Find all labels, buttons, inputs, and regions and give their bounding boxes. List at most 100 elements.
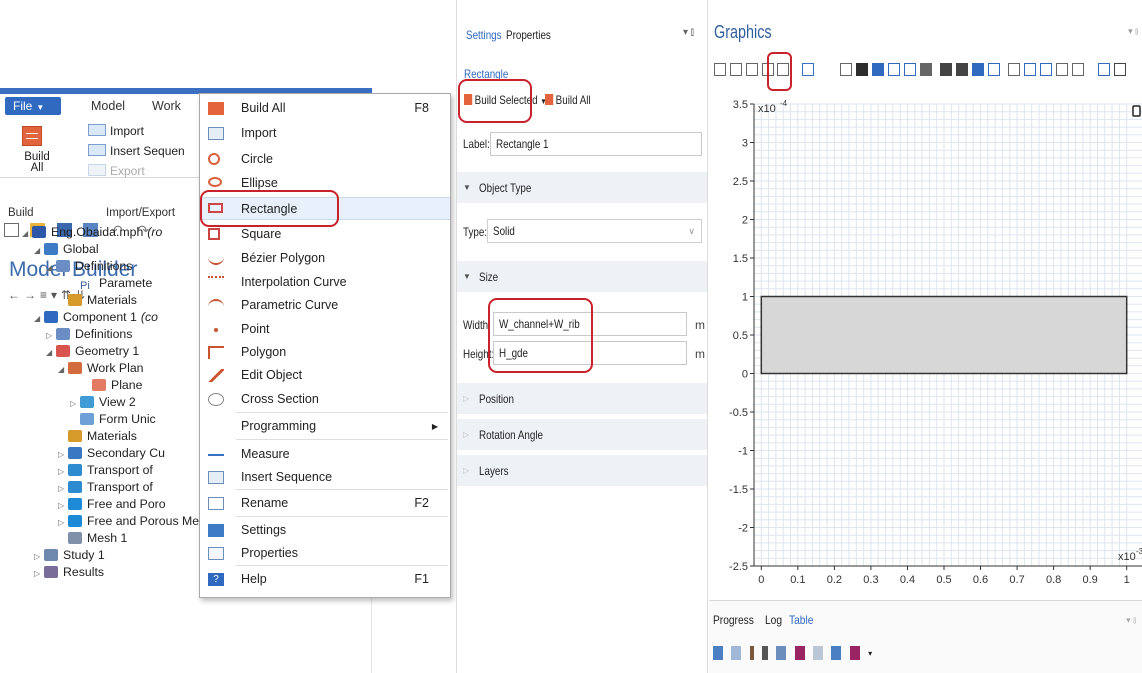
brush-icon[interactable] [749, 645, 754, 660]
expand-arrow-icon[interactable]: ▷ [58, 446, 68, 463]
build-all-ribbon-button[interactable]: Build All [17, 151, 57, 174]
export-ribbon-button[interactable]: Export [88, 164, 145, 178]
chart-icon[interactable] [776, 645, 787, 660]
print-icon[interactable] [1114, 63, 1126, 76]
build-selected-button[interactable]: Build Selected ▼ [464, 93, 547, 107]
tree-node[interactable]: ▷ Secondary Cu [58, 445, 165, 462]
tree-node[interactable]: ◢ Geometry 1 [46, 343, 139, 360]
build-all-button[interactable]: Build All [545, 93, 591, 107]
width-field[interactable]: W_channel+W_rib [493, 312, 687, 336]
zoom-extents-icon[interactable] [777, 63, 789, 76]
export-table-icon[interactable] [831, 645, 842, 660]
menu-item-point[interactable]: Point [200, 318, 450, 341]
tree-node[interactable]: Materials [58, 292, 137, 309]
tree-node[interactable]: ◢ Definitions [46, 258, 132, 275]
expand-arrow-icon[interactable]: ▷ [34, 565, 44, 582]
reset-hiding-icon[interactable] [1056, 63, 1068, 76]
wireframe-icon[interactable] [888, 63, 900, 76]
tree-node[interactable]: ▷ Transport of [58, 479, 153, 496]
section-object-type[interactable]: ▼ Object Type [457, 171, 707, 203]
select-edges-icon[interactable] [956, 63, 968, 76]
hide-icon[interactable] [1024, 63, 1036, 76]
tree-node[interactable]: ▷ View 2 [70, 394, 136, 411]
copy-icon[interactable] [813, 645, 824, 660]
graphics-canvas[interactable]: 3.5 3 2.5 2 1.5 1 0.5 0 -0.5 -1 -1.5 -2 -2.5 0 0.1 0.2 0… [709, 90, 1142, 600]
collapse-arrow-icon[interactable]: ◢ [34, 242, 44, 259]
expand-arrow-icon[interactable]: ▷ [58, 514, 68, 531]
build-geometry-icon[interactable] [988, 63, 1000, 76]
tree-node[interactable]: ▷ Results [34, 564, 104, 581]
view-axis-icon[interactable] [802, 63, 814, 76]
collapse-arrow-icon[interactable]: ◢ [46, 344, 56, 361]
zoom-box-icon[interactable] [746, 63, 758, 76]
menu-item-cross-section[interactable]: Cross Section [200, 388, 450, 411]
tree-node[interactable]: ◢ Component 1 (co [34, 309, 158, 326]
menu-item-b-zier-polygon[interactable]: Bézier Polygon [200, 247, 450, 270]
tree-node[interactable]: ▷ Free and Poro [58, 496, 166, 513]
bar-chart-icon[interactable] [794, 645, 805, 660]
tab-settings[interactable]: Settings [466, 28, 502, 42]
panel-pin-icon[interactable]: ▾ ⫾ [683, 27, 694, 38]
section-position[interactable]: ▷ Position [457, 382, 707, 414]
geometry-rectangle[interactable] [760, 295, 1128, 375]
menu-item-help[interactable]: ? Help F1 [200, 568, 450, 591]
image-snapshot-icon[interactable] [1098, 63, 1110, 76]
expand-arrow-icon[interactable]: ▷ [58, 480, 68, 497]
forward-arrow-icon[interactable]: → [24, 288, 40, 302]
label-field[interactable]: Rectangle 1 [490, 132, 702, 156]
tree-node[interactable]: Form Unic [70, 411, 156, 428]
table-icon[interactable] [713, 645, 723, 660]
menu-item-circle[interactable]: Circle [200, 148, 450, 171]
menu-item-settings[interactable]: Settings [200, 519, 450, 542]
select-domains-icon[interactable] [940, 63, 952, 76]
build-all-icon[interactable] [22, 126, 42, 146]
undo-icon[interactable] [1072, 63, 1084, 76]
tree-node[interactable]: ◢ Work Plan [58, 360, 144, 377]
tree-node[interactable]: ◢ Eng.Obaida.mph (ro [22, 224, 162, 241]
height-field[interactable]: H_gde [493, 341, 687, 365]
insert-sequence-ribbon-button[interactable]: Insert Sequen [88, 144, 185, 158]
expand-arrow-icon[interactable]: ▷ [46, 327, 56, 344]
expand-arrow-icon[interactable]: ▷ [58, 463, 68, 480]
tree-node[interactable]: Plane [82, 377, 142, 394]
menu-item-measure[interactable]: Measure [200, 443, 450, 466]
menu-item-import[interactable]: Import [200, 122, 450, 145]
tab-properties[interactable]: Properties [506, 28, 551, 42]
menu-item-rename[interactable]: Rename F2 [200, 492, 450, 515]
menu-item-insert-sequence[interactable]: Insert Sequence [200, 466, 450, 489]
zoom-out-icon[interactable] [730, 63, 742, 76]
zoom-selected-icon[interactable] [762, 63, 774, 76]
render-solid-icon[interactable] [872, 63, 884, 76]
section-rotation-angle[interactable]: ▷ Rotation Angle [457, 418, 707, 450]
menu-item-rectangle[interactable]: Rectangle [200, 197, 450, 220]
tree-node[interactable]: Mesh 1 [58, 530, 127, 547]
menu-item-programming[interactable]: Programming ▶ [200, 415, 450, 438]
collapse-arrow-icon[interactable]: ◢ [46, 259, 56, 276]
menu-item-interpolation-curve[interactable]: Interpolation Curve [200, 271, 450, 294]
full-precision-icon[interactable] [849, 645, 860, 660]
collapse-arrow-icon[interactable]: ◢ [22, 225, 32, 242]
expand-arrow-icon[interactable]: ▷ [34, 548, 44, 565]
menu-item-ellipse[interactable]: Ellipse [200, 172, 450, 195]
tree-node[interactable]: ◢ Global [34, 241, 99, 258]
section-size[interactable]: ▼ Size [457, 260, 707, 292]
collapse-arrow-icon[interactable]: ◢ [34, 310, 44, 327]
file-menu-button[interactable]: File ▼ [5, 97, 61, 115]
import-ribbon-button[interactable]: Import [88, 124, 144, 138]
menu-item-polygon[interactable]: Polygon [200, 341, 450, 364]
panel-pin-icon[interactable]: ▾ ⫾ [1126, 615, 1136, 626]
tree-node[interactable]: ▷ Study 1 [34, 547, 105, 564]
tree-node[interactable]: Materials [58, 428, 137, 445]
back-arrow-icon[interactable]: ← [8, 288, 24, 302]
show-icon[interactable] [1040, 63, 1052, 76]
menu-item-square[interactable]: Square [200, 223, 450, 246]
table-columns-icon[interactable] [731, 645, 742, 660]
collapse-arrow-icon[interactable]: ◢ [58, 361, 68, 378]
menu-item-parametric-curve[interactable]: Parametric Curve [200, 294, 450, 317]
type-select[interactable]: Solid ∨ [487, 219, 702, 243]
menu-item-properties[interactable]: Properties [200, 542, 450, 565]
select-points-icon[interactable] [972, 63, 984, 76]
menu-item-edit-object[interactable]: Edit Object [200, 364, 450, 387]
clear-selection-icon[interactable] [1008, 63, 1020, 76]
tab-progress[interactable]: Progress [713, 613, 754, 627]
